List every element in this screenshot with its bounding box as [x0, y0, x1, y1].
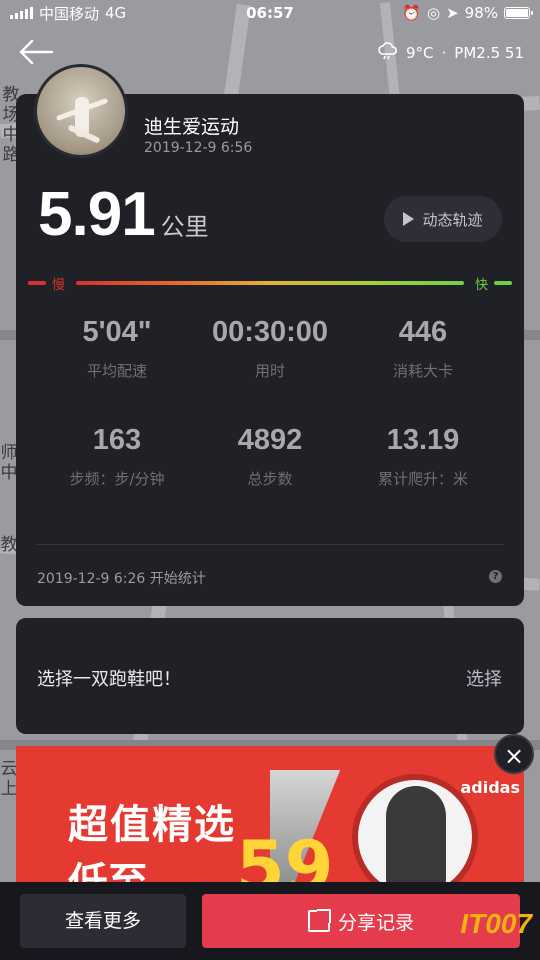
divider	[36, 544, 504, 545]
play-icon	[403, 212, 415, 226]
stat-value: 00:30:00	[211, 316, 329, 348]
ad-price: 59	[236, 826, 334, 886]
help-icon[interactable]: ?	[489, 570, 502, 583]
share-record-label: 分享记录	[337, 911, 414, 934]
stat-elevation: 13.19 累计爬升：米	[338, 422, 508, 489]
view-more-button[interactable]: 查看更多	[20, 894, 186, 948]
run-summary-card: 迪生爱运动 2019-12-9 6:56 5.91 公里 动态轨迹 慢 快 5'…	[16, 94, 524, 606]
rotation-lock-icon: ◎	[426, 4, 441, 22]
temperature: 9°C	[405, 44, 434, 62]
ad-model-image	[386, 786, 446, 886]
user-avatar[interactable]	[34, 64, 128, 158]
cloud-rain-icon	[378, 42, 398, 64]
stat-label: 总步数	[247, 470, 293, 488]
stat-label: 平均配速	[86, 362, 147, 380]
back-arrow-icon[interactable]	[18, 38, 58, 70]
stat-duration: 00:30:00 用时	[185, 314, 355, 381]
air-quality: PM2.5 51	[454, 44, 524, 62]
watermark-logo: IT007	[460, 908, 532, 939]
network-type: 4G	[105, 4, 127, 22]
clock: 06:57	[246, 4, 294, 22]
stat-value: 446	[398, 316, 448, 348]
dot-separator: ·	[441, 44, 447, 62]
track-replay-button[interactable]: 动态轨迹	[384, 196, 502, 242]
pace-legend-bar: 慢 快	[28, 277, 512, 293]
stat-value: 163	[92, 424, 142, 456]
user-name: 迪生爱运动	[144, 116, 240, 138]
fast-label: 快	[474, 278, 488, 293]
ad-subtitle: 低至	[68, 860, 148, 886]
stat-calories: 446 消耗大卡	[338, 314, 508, 381]
alarm-icon: ⏰	[402, 4, 421, 22]
distance-display: 5.91 公里	[38, 184, 209, 246]
stat-value: 5'04"	[82, 316, 152, 348]
shoe-select-button[interactable]: 选择	[466, 665, 502, 691]
track-replay-label: 动态轨迹	[422, 210, 483, 229]
start-time: 2019-12-9 6:26 开始统计	[37, 571, 206, 587]
distance-value: 5.91	[38, 180, 156, 249]
stat-label: 累计爬升：米	[377, 470, 468, 488]
stat-label: 消耗大卡	[392, 362, 453, 380]
stat-label: 用时	[254, 362, 285, 380]
share-icon	[307, 909, 331, 932]
stat-steps: 4892 总步数	[185, 422, 355, 489]
stat-value: 4892	[237, 424, 303, 456]
distance-unit: 公里	[160, 213, 209, 241]
location-icon: ➤	[446, 4, 459, 22]
slow-label: 慢	[52, 278, 66, 293]
status-bar: 中国移动 4G 06:57 ⏰ ◎ ➤ 98%	[0, 0, 540, 26]
stat-value: 13.19	[386, 424, 460, 456]
bottom-action-bar: 查看更多 分享记录 IT007	[0, 882, 540, 960]
stat-label: 步频：步/分钟	[69, 470, 165, 488]
stat-avg-pace: 5'04" 平均配速	[32, 314, 202, 381]
shoe-prompt: 选择一双跑鞋吧！	[37, 669, 181, 690]
ad-banner[interactable]: 超值精选 低至 59 adidas	[16, 746, 524, 886]
stat-cadence: 163 步频：步/分钟	[32, 422, 202, 489]
battery-percent: 98%	[464, 4, 498, 22]
weather-info: 9°C · PM2.5 51	[378, 42, 524, 64]
carrier-name: 中国移动	[39, 4, 100, 23]
shoe-select-card[interactable]: 选择一双跑鞋吧！ 选择	[16, 618, 524, 734]
battery-icon	[504, 7, 533, 19]
ad-title: 超值精选	[68, 802, 236, 848]
ad-brand-logo: adidas	[460, 778, 520, 797]
signal-icon	[10, 7, 33, 19]
close-icon[interactable]: ×	[494, 734, 534, 774]
run-datetime: 2019-12-9 6:56	[144, 140, 253, 156]
